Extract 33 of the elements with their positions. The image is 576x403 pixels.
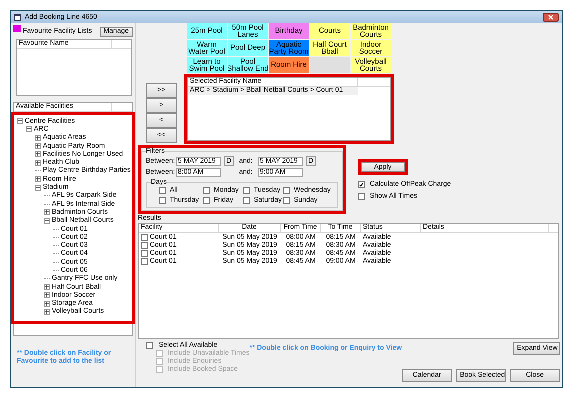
expand-icon[interactable] xyxy=(44,308,50,315)
expand-icon[interactable] xyxy=(44,292,50,298)
row-checkbox[interactable] xyxy=(141,242,148,248)
expand-icon[interactable] xyxy=(44,300,50,307)
checkbox[interactable] xyxy=(159,197,166,204)
checkbox[interactable] xyxy=(358,181,365,188)
checkbox[interactable] xyxy=(243,187,250,194)
row-checkbox[interactable] xyxy=(141,234,148,240)
collapse-icon[interactable] xyxy=(44,218,50,224)
row-checkbox[interactable] xyxy=(141,250,148,256)
checkbox[interactable] xyxy=(203,187,210,194)
expand-icon[interactable] xyxy=(35,151,41,158)
collapse-icon[interactable] xyxy=(17,118,23,124)
expand-icon[interactable] xyxy=(35,143,41,150)
expand-icon[interactable] xyxy=(35,160,41,166)
window-icon xyxy=(14,14,21,20)
collapse-icon[interactable] xyxy=(35,184,41,191)
checkbox[interactable] xyxy=(358,193,365,200)
close-icon[interactable] xyxy=(543,12,559,22)
expand-icon[interactable] xyxy=(44,209,50,216)
color-marker xyxy=(13,25,21,32)
expand-icon[interactable] xyxy=(35,176,41,182)
collapse-icon[interactable] xyxy=(26,126,32,132)
checkbox[interactable] xyxy=(283,197,290,204)
checkbox[interactable] xyxy=(203,197,210,204)
row-checkbox[interactable] xyxy=(141,258,148,264)
checkbox[interactable] xyxy=(159,187,166,194)
checkbox[interactable] xyxy=(146,342,153,349)
check-icon xyxy=(359,182,364,188)
expand-icon[interactable] xyxy=(35,134,41,141)
checkbox[interactable] xyxy=(283,187,290,194)
expand-icon[interactable] xyxy=(44,284,50,290)
checkbox[interactable] xyxy=(243,197,250,204)
